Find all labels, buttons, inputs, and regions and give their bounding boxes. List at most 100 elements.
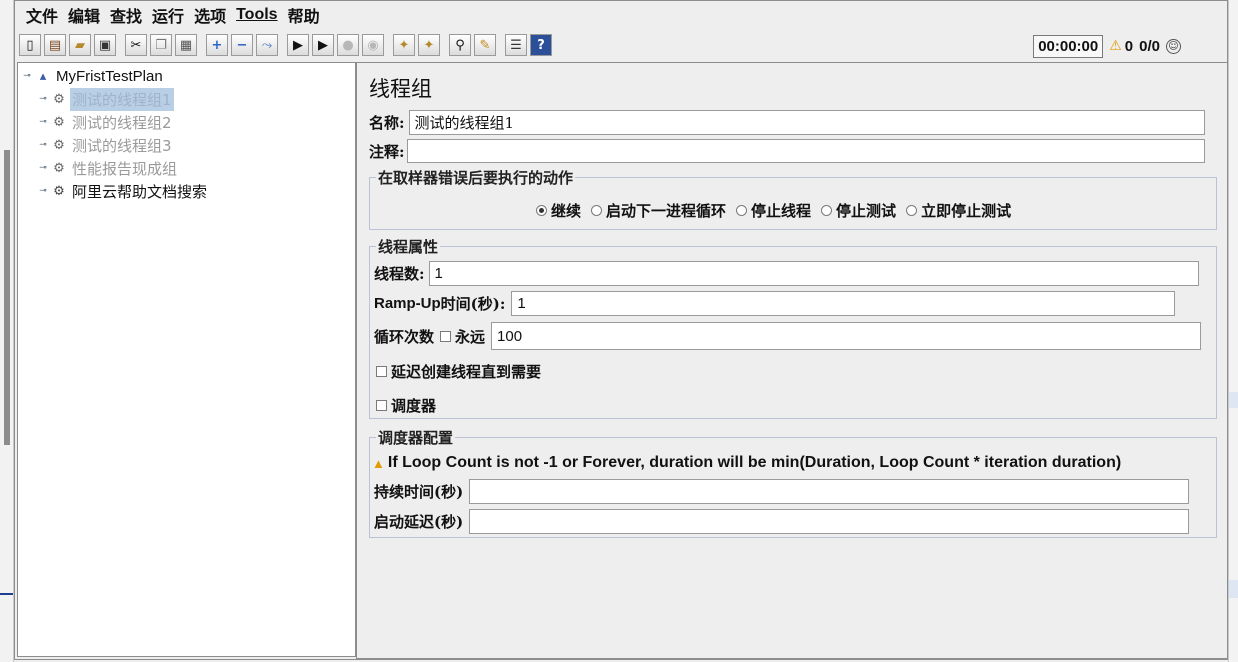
status-area: 00:00:00 ⚠ 0 0/0 ☺ — [1033, 34, 1181, 58]
tree-item[interactable]: ⊸ ⚙ 阿里云帮助文档搜索 — [36, 180, 209, 202]
active-threads: 0/0 — [1139, 37, 1160, 55]
threads-field[interactable]: 1 — [428, 261, 1199, 286]
duration-field[interactable] — [469, 479, 1190, 504]
startup-delay-row: 启动延迟(秒) — [374, 509, 1190, 534]
on-error-title: 在取样器错误后要执行的动作 — [376, 167, 576, 188]
radio-icon — [736, 205, 748, 216]
tree-root-label: MyFristTestPlan — [56, 67, 163, 85]
tree-item-label: 阿里云帮助文档搜索 — [72, 182, 208, 201]
tree-item[interactable]: ⊸ ⚙ 测试的线程组1 — [36, 87, 174, 111]
stop-icon[interactable]: ● — [337, 34, 359, 56]
expand-handle-icon[interactable]: ⊸ — [36, 186, 50, 196]
clear-all-icon[interactable]: ✦ — [418, 34, 440, 56]
name-label: 名称: — [369, 114, 405, 132]
loop-count-field[interactable]: 100 — [491, 322, 1202, 350]
page-title: 线程组 — [369, 77, 432, 101]
delay-label: 延迟创建线程直到需要 — [391, 363, 542, 381]
tree-item-label: 测试的线程组2 — [72, 113, 172, 132]
tree-item[interactable]: ⊸ ⚙ 测试的线程组3 — [36, 134, 174, 156]
radio-continue[interactable]: 继续 — [536, 200, 581, 221]
startup-delay-field[interactable] — [469, 509, 1190, 534]
help-icon[interactable]: ? — [530, 34, 552, 56]
radio-icon — [821, 205, 833, 216]
warning-icon: ▲ — [372, 455, 385, 471]
radio-stop-test[interactable]: 停止测试 — [821, 200, 896, 221]
menu-edit[interactable]: 编辑 — [63, 3, 105, 27]
name-row: 名称: 测试的线程组1 — [369, 110, 1205, 135]
loop-row: 循环次数 永远 100 — [374, 322, 1202, 350]
expand-handle-icon[interactable]: ⊸ — [36, 94, 50, 104]
thread-group-icon: ⚙ — [53, 183, 65, 199]
forever-checkbox[interactable] — [440, 330, 452, 342]
expand-icon[interactable]: + — [206, 34, 228, 56]
menu-search[interactable]: 查找 — [105, 3, 147, 27]
function-helper-icon[interactable]: ☰ — [505, 34, 527, 56]
threads-row: 线程数: 1 — [374, 261, 1199, 286]
comment-label: 注释: — [369, 142, 405, 161]
radio-stop-thread[interactable]: 停止线程 — [736, 200, 811, 221]
background-scrollbar — [4, 150, 10, 445]
search-icon[interactable]: ⚲ — [449, 34, 471, 56]
scheduler-config-group: 调度器配置 ▲ If Loop Count is not -1 or Forev… — [369, 427, 1217, 538]
radio-start-next-loop[interactable]: 启动下一进程循环 — [591, 200, 726, 221]
tree-item-label: 测试的线程组1 — [70, 87, 174, 111]
thread-group-panel: 线程组 名称: 测试的线程组1 注释: 在取样器错误后要执行的动作 继续 启动下… — [356, 62, 1228, 659]
collapse-icon[interactable]: − — [231, 34, 253, 56]
tree-item-label: 性能报告现成组 — [72, 159, 178, 178]
menu-options[interactable]: 选项 — [189, 3, 231, 27]
remote-status-icon: ☺ — [1166, 38, 1181, 54]
scheduler-config-title: 调度器配置 — [376, 427, 456, 448]
expand-handle-icon[interactable]: ⊸ — [36, 117, 50, 127]
tree-item[interactable]: ⊸ ⚙ 性能报告现成组 — [36, 157, 179, 179]
menu-bar: 文件 编辑 查找 运行 选项 Tools 帮助 — [15, 1, 1227, 29]
toggle-icon[interactable]: ⤳ — [256, 34, 278, 56]
collapse-handle-icon[interactable]: ⊸ — [20, 71, 34, 81]
menu-tools-label: Tools — [236, 6, 278, 23]
duration-row: 持续时间(秒) — [374, 479, 1190, 504]
comment-row: 注释: — [369, 139, 1205, 163]
radio-icon — [591, 205, 603, 216]
start-no-pause-icon[interactable]: ▶ — [312, 34, 334, 56]
delay-row: 延迟创建线程直到需要 — [374, 361, 541, 382]
background-highlight — [1229, 580, 1238, 598]
menu-help[interactable]: 帮助 — [283, 3, 325, 27]
warning-count: 0 — [1124, 37, 1134, 55]
expand-handle-icon[interactable]: ⊸ — [36, 140, 50, 150]
reset-search-icon[interactable]: ✎ — [474, 34, 496, 56]
scheduler-checkbox[interactable] — [376, 400, 387, 411]
rampup-field[interactable]: 1 — [511, 291, 1176, 316]
tree-root[interactable]: ⊸ ▴ MyFristTestPlan — [20, 65, 165, 87]
warning-icon[interactable]: ⚠ — [1109, 38, 1122, 54]
shutdown-icon[interactable]: ◉ — [362, 34, 384, 56]
radio-stop-test-now[interactable]: 立即停止测试 — [906, 200, 1011, 221]
on-error-group: 在取样器错误后要执行的动作 继续 启动下一进程循环 停止线程 停止测试 立即停止… — [369, 167, 1217, 230]
elapsed-time: 00:00:00 — [1033, 34, 1104, 58]
cut-icon[interactable]: ✂ — [125, 34, 147, 56]
new-icon[interactable]: ▯ — [19, 34, 41, 56]
test-plan-icon: ▴ — [39, 68, 47, 84]
start-icon[interactable]: ▶ — [287, 34, 309, 56]
open-icon[interactable]: ▰ — [69, 34, 91, 56]
scheduler-row: 调度器 — [374, 395, 436, 416]
expand-handle-icon[interactable]: ⊸ — [36, 163, 50, 173]
delay-checkbox[interactable] — [376, 366, 387, 377]
paste-icon[interactable]: ▦ — [175, 34, 197, 56]
startup-delay-label: 启动延迟(秒) — [374, 513, 464, 531]
background-window-left — [0, 0, 14, 662]
tree-item[interactable]: ⊸ ⚙ 测试的线程组2 — [36, 111, 174, 133]
copy-icon[interactable]: ❐ — [150, 34, 172, 56]
templates-icon[interactable]: ▤ — [44, 34, 66, 56]
name-field[interactable]: 测试的线程组1 — [408, 110, 1205, 135]
menu-run[interactable]: 运行 — [147, 3, 189, 27]
menu-tools[interactable]: Tools — [231, 6, 282, 24]
radio-icon — [906, 205, 918, 216]
rampup-row: Ramp-Up 时间(秒): 1 — [374, 291, 1176, 316]
thread-properties-group: 线程属性 线程数: 1 Ramp-Up 时间(秒): 1 循环次数 永远 100… — [369, 236, 1217, 419]
menu-file[interactable]: 文件 — [21, 3, 63, 27]
radio-label: 继续 — [551, 202, 582, 220]
save-icon[interactable]: ▣ — [94, 34, 116, 56]
comment-field[interactable] — [406, 139, 1205, 163]
clear-icon[interactable]: ✦ — [393, 34, 415, 56]
thread-group-icon: ⚙ — [53, 160, 65, 176]
threads-label: 线程数: — [374, 265, 425, 283]
